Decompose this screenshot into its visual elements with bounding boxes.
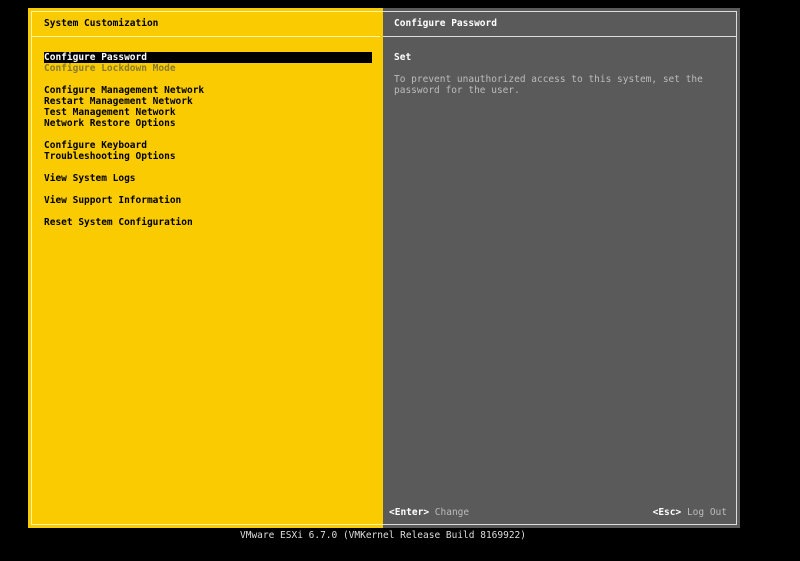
detail-title: Configure Password bbox=[394, 18, 497, 29]
menu: Configure Password Configure Lockdown Mo… bbox=[44, 52, 372, 228]
menu-item-troubleshooting-options[interactable]: Troubleshooting Options bbox=[44, 151, 372, 162]
enter-hint[interactable]: <Enter> Change bbox=[389, 507, 469, 518]
divider bbox=[383, 36, 737, 37]
description: To prevent unauthorized access to this s… bbox=[394, 74, 703, 96]
menu-item-reset-system-configuration[interactable]: Reset System Configuration bbox=[44, 217, 372, 228]
menu-item-network-restore-options[interactable]: Network Restore Options bbox=[44, 118, 372, 129]
menu-item-view-support-information[interactable]: View Support Information bbox=[44, 195, 372, 206]
menu-item-configure-password[interactable]: Configure Password bbox=[44, 52, 372, 63]
esc-hint[interactable]: <Esc> Log Out bbox=[653, 507, 727, 518]
detail-panel: Configure Password Set To prevent unauth… bbox=[383, 8, 740, 528]
panel-title: System Customization bbox=[44, 18, 159, 29]
menu-item-configure-lockdown-mode[interactable]: Configure Lockdown Mode bbox=[44, 63, 372, 74]
menu-item-restart-management-network[interactable]: Restart Management Network bbox=[44, 96, 372, 107]
password-status: Set bbox=[394, 52, 412, 63]
menu-item-configure-keyboard[interactable]: Configure Keyboard bbox=[44, 140, 372, 151]
divider bbox=[31, 36, 380, 37]
enter-action: Change bbox=[434, 507, 470, 518]
version-info: VMware ESXi 6.7.0 (VMKernel Release Buil… bbox=[240, 530, 526, 541]
menu-item-test-management-network[interactable]: Test Management Network bbox=[44, 107, 372, 118]
enter-key: <Enter> bbox=[389, 507, 430, 518]
esc-key: <Esc> bbox=[652, 507, 682, 518]
system-customization-panel: System Customization Configure Password … bbox=[28, 8, 383, 528]
menu-item-view-system-logs[interactable]: View System Logs bbox=[44, 173, 372, 184]
esc-action: Log Out bbox=[686, 507, 727, 518]
menu-item-configure-management-network[interactable]: Configure Management Network bbox=[44, 85, 372, 96]
